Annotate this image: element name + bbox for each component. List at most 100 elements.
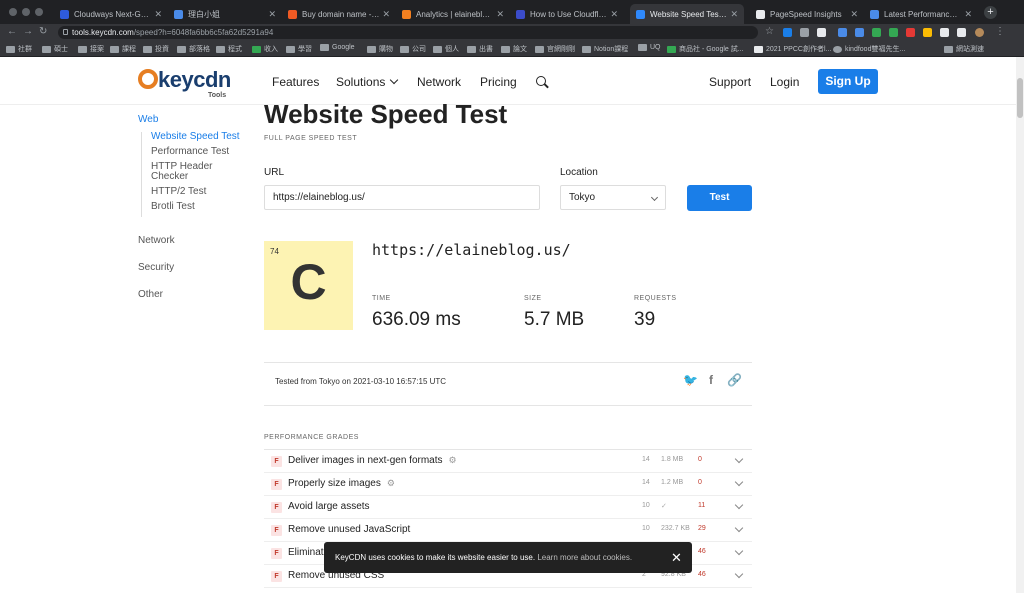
- nav-network[interactable]: Network: [417, 75, 461, 89]
- chevron-down-icon[interactable]: [734, 500, 744, 510]
- close-tab-icon[interactable]: ✕: [964, 9, 972, 20]
- maximize-window-button[interactable]: [35, 8, 43, 16]
- bookmark-folder[interactable]: 網站測速: [944, 44, 984, 54]
- bookmark[interactable]: kindfood雙福先生...: [833, 44, 905, 54]
- twitter-icon[interactable]: 🐦: [683, 373, 698, 387]
- browser-tab-active[interactable]: Website Speed Test - Chec✕: [630, 4, 744, 24]
- new-tab-button[interactable]: +: [984, 6, 997, 19]
- nav-solutions[interactable]: Solutions: [336, 75, 399, 89]
- close-tab-icon[interactable]: ✕: [496, 9, 504, 20]
- nav-features[interactable]: Features: [272, 75, 319, 89]
- sign-up-button[interactable]: Sign Up: [818, 69, 878, 94]
- kebab-menu-icon[interactable]: ⋮: [995, 26, 1005, 38]
- bookmark-folder[interactable]: UQ: [638, 44, 661, 51]
- extension-icon[interactable]: [838, 28, 847, 37]
- sidebar-section-web[interactable]: Web: [138, 114, 158, 125]
- close-tab-icon[interactable]: ✕: [610, 9, 618, 20]
- url-input[interactable]: https://elaineblog.us/: [264, 185, 540, 210]
- bookmark-folder[interactable]: Notion課程: [582, 44, 628, 54]
- minimize-window-button[interactable]: [22, 8, 30, 16]
- extension-icon[interactable]: [817, 28, 826, 37]
- chevron-down-icon[interactable]: [734, 569, 744, 579]
- browser-tab[interactable]: 理白小姐 ✕: [168, 4, 282, 24]
- sidebar-section-network[interactable]: Network: [138, 235, 175, 246]
- test-button[interactable]: Test: [687, 185, 752, 211]
- extension-icon[interactable]: [923, 28, 932, 37]
- close-icon[interactable]: ✕: [671, 542, 682, 573]
- star-icon[interactable]: ☆: [765, 26, 774, 38]
- cookie-learn-more-link[interactable]: Learn more about cookies.: [537, 553, 632, 562]
- chevron-down-icon[interactable]: [734, 454, 744, 464]
- bookmark-folder[interactable]: 學習: [286, 44, 312, 54]
- close-tab-icon[interactable]: ✕: [268, 9, 276, 20]
- scrollbar-thumb[interactable]: [1017, 78, 1023, 118]
- facebook-icon[interactable]: f: [709, 373, 713, 387]
- bookmark-folder[interactable]: 官網剛剛: [535, 44, 575, 54]
- bookmark[interactable]: 收入: [252, 44, 278, 54]
- bookmark-folder[interactable]: 個人: [433, 44, 459, 54]
- grade-row[interactable]: F Avoid large assets 10 ✓ 11: [264, 496, 752, 519]
- browser-tab[interactable]: How to Use Cloudflare CDN✕: [510, 4, 624, 24]
- extension-icon[interactable]: [906, 28, 915, 37]
- bookmark-folder[interactable]: 部落格: [177, 44, 210, 54]
- bookmark[interactable]: 2021 PPCC創作者l...: [754, 44, 831, 54]
- grade-row[interactable]: F Properly size images ⚙ 14 1.2 MB 0: [264, 473, 752, 496]
- nav-pricing[interactable]: Pricing: [480, 75, 517, 89]
- forward-arrow-icon[interactable]: →: [23, 26, 33, 38]
- bookmark-folder[interactable]: 出書: [467, 44, 493, 54]
- extension-icon[interactable]: [940, 28, 949, 37]
- browser-tab[interactable]: PageSpeed Insights ✕: [750, 4, 864, 24]
- chevron-down-icon[interactable]: [734, 477, 744, 487]
- location-select[interactable]: Tokyo: [560, 185, 666, 210]
- bookmark-folder[interactable]: 論文: [501, 44, 527, 54]
- bookmark-folder[interactable]: 社群: [6, 44, 32, 54]
- sidebar-section-security[interactable]: Security: [138, 262, 174, 273]
- link-icon[interactable]: 🔗: [727, 373, 742, 387]
- extension-icon[interactable]: [889, 28, 898, 37]
- scrollbar[interactable]: [1016, 57, 1024, 593]
- close-tab-icon[interactable]: ✕: [730, 9, 738, 20]
- sidebar-item-website-speed-test[interactable]: Website Speed Test: [151, 132, 251, 142]
- result-url: https://elaineblog.us/: [372, 241, 571, 259]
- close-tab-icon[interactable]: ✕: [850, 9, 858, 20]
- nav-login[interactable]: Login: [770, 75, 799, 89]
- close-tab-icon[interactable]: ✕: [154, 9, 162, 20]
- close-window-button[interactable]: [9, 8, 17, 16]
- extension-icon[interactable]: [855, 28, 864, 37]
- bookmark[interactable]: 商品社 - Google 試...: [667, 44, 744, 54]
- sidebar-item-brotli-test[interactable]: Brotli Test: [151, 202, 251, 212]
- bookmark-folder[interactable]: 公司: [400, 44, 426, 54]
- bookmark-folder[interactable]: 程式: [216, 44, 242, 54]
- browser-tab[interactable]: Buy domain name - Cheap✕: [282, 4, 396, 24]
- extension-icon[interactable]: [957, 28, 966, 37]
- url-bar[interactable]: tools.keycdn.com/speed?h=6048fa6bb6c5fa6…: [58, 26, 758, 39]
- bookmark-folder[interactable]: 投資: [143, 44, 169, 54]
- url-label: URL: [264, 167, 285, 178]
- bookmark-folder[interactable]: 課程: [110, 44, 136, 54]
- bookmark-folder[interactable]: 接案: [78, 44, 104, 54]
- close-tab-icon[interactable]: ✕: [382, 9, 390, 20]
- chevron-down-icon[interactable]: [734, 546, 744, 556]
- bookmark-folder[interactable]: 購物: [367, 44, 393, 54]
- bookmark-folder[interactable]: Google: [320, 44, 355, 51]
- sidebar-item-performance-test[interactable]: Performance Test: [151, 147, 251, 157]
- browser-tab[interactable]: Cloudways Next-Generation✕: [54, 4, 168, 24]
- sidebar-item-http2-test[interactable]: HTTP/2 Test: [151, 187, 251, 197]
- extension-icon[interactable]: [872, 28, 881, 37]
- sidebar-item-http-header-checker[interactable]: HTTP Header Checker: [151, 162, 221, 182]
- browser-tab[interactable]: Analytics | elaineblog.us | A✕: [396, 4, 510, 24]
- profile-avatar[interactable]: [975, 28, 984, 37]
- search-icon[interactable]: [536, 76, 546, 86]
- sidebar-section-other[interactable]: Other: [138, 289, 163, 300]
- back-arrow-icon[interactable]: ←: [7, 26, 17, 38]
- chevron-down-icon[interactable]: [734, 523, 744, 533]
- extension-icon[interactable]: [800, 28, 809, 37]
- grade-row[interactable]: F Deliver images in next-gen formats ⚙ 14…: [264, 450, 752, 473]
- nav-support[interactable]: Support: [709, 75, 751, 89]
- reload-icon[interactable]: ↻: [39, 26, 47, 38]
- extension-icon[interactable]: [783, 28, 792, 37]
- divider: [264, 362, 752, 363]
- bookmark-folder[interactable]: 碩士: [42, 44, 68, 54]
- grade-row[interactable]: F Remove unused JavaScript 10 232.7 KB 2…: [264, 519, 752, 542]
- browser-tab[interactable]: Latest Performance Report✕: [864, 4, 978, 24]
